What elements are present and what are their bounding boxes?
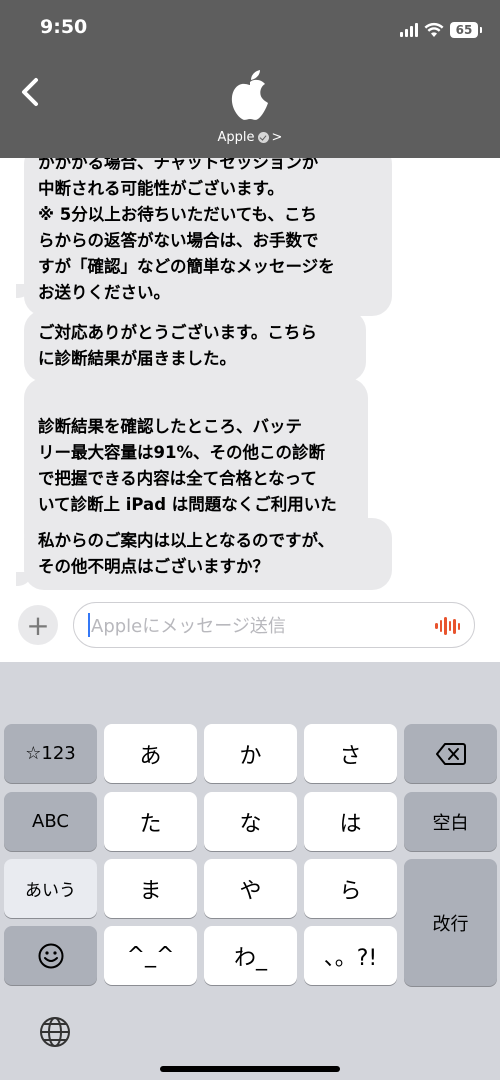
message-list[interactable]: かかかる場合、チャットセッションが 中断される可能性がございます。 ※ 5分以上…	[0, 158, 500, 590]
key-kana-mode[interactable]: あいう	[4, 859, 97, 918]
status-icons: 65	[400, 20, 482, 40]
audio-waveform-icon[interactable]	[435, 616, 460, 636]
key-kaomoji[interactable]: ^_^	[104, 926, 197, 985]
emoji-key[interactable]	[4, 926, 97, 985]
status-time: 9:50	[40, 16, 88, 38]
add-attachment-button[interactable]: +	[18, 605, 58, 645]
key-ra[interactable]: ら	[304, 859, 397, 918]
key-wa[interactable]: わ_	[204, 926, 297, 985]
key-punctuation[interactable]: 、。?!	[304, 926, 397, 985]
message-bubble: 私からのご案内は以上となるのですが、 その他不明点はございますか？	[24, 518, 392, 590]
key-na[interactable]: な	[204, 792, 297, 851]
key-a[interactable]: あ	[104, 724, 197, 783]
home-indicator[interactable]	[160, 1066, 340, 1072]
verified-badge-icon	[257, 132, 269, 143]
delete-key-icon	[435, 742, 466, 765]
battery-icon: 65	[450, 22, 482, 38]
delete-key[interactable]	[404, 724, 497, 783]
contact-name: Apple	[217, 130, 255, 145]
message-bubble: ご対応ありがとうございます。こちら に診断結果が届きました。	[24, 310, 366, 382]
apple-logo-icon[interactable]	[224, 68, 276, 122]
key-sa[interactable]: さ	[304, 724, 397, 783]
back-chevron-icon[interactable]	[16, 74, 48, 110]
key-ma[interactable]: ま	[104, 859, 197, 918]
key-ta[interactable]: た	[104, 792, 197, 851]
message-input-placeholder: Appleにメッセージ送信	[91, 616, 286, 637]
key-ka[interactable]: か	[204, 724, 297, 783]
chevron-right-icon: >	[271, 130, 283, 145]
wifi-icon	[424, 22, 444, 37]
text-cursor	[88, 613, 90, 637]
contact-name-link[interactable]: Apple >	[0, 130, 500, 145]
return-key[interactable]: 改行	[404, 859, 497, 986]
space-key[interactable]: 空白	[404, 792, 497, 851]
key-ha[interactable]: は	[304, 792, 397, 851]
key-abc[interactable]: ABC	[4, 792, 97, 851]
key-ya[interactable]: や	[204, 859, 297, 918]
japanese-kana-keyboard: ☆123 あ か さ ABC た な は 空白 あいう ま や ら 改行 ^_^…	[0, 662, 500, 1080]
message-bubble: かかかる場合、チャットセッションが 中断される可能性がございます。 ※ 5分以上…	[24, 158, 392, 316]
globe-icon[interactable]	[38, 1015, 72, 1049]
conversation-header: 9:50 65 Apple >	[0, 0, 500, 158]
key-numbers[interactable]: ☆123	[4, 724, 97, 783]
emoji-icon	[38, 943, 63, 968]
message-input[interactable]: Appleにメッセージ送信	[73, 602, 475, 648]
cellular-signal-icon	[400, 23, 418, 37]
